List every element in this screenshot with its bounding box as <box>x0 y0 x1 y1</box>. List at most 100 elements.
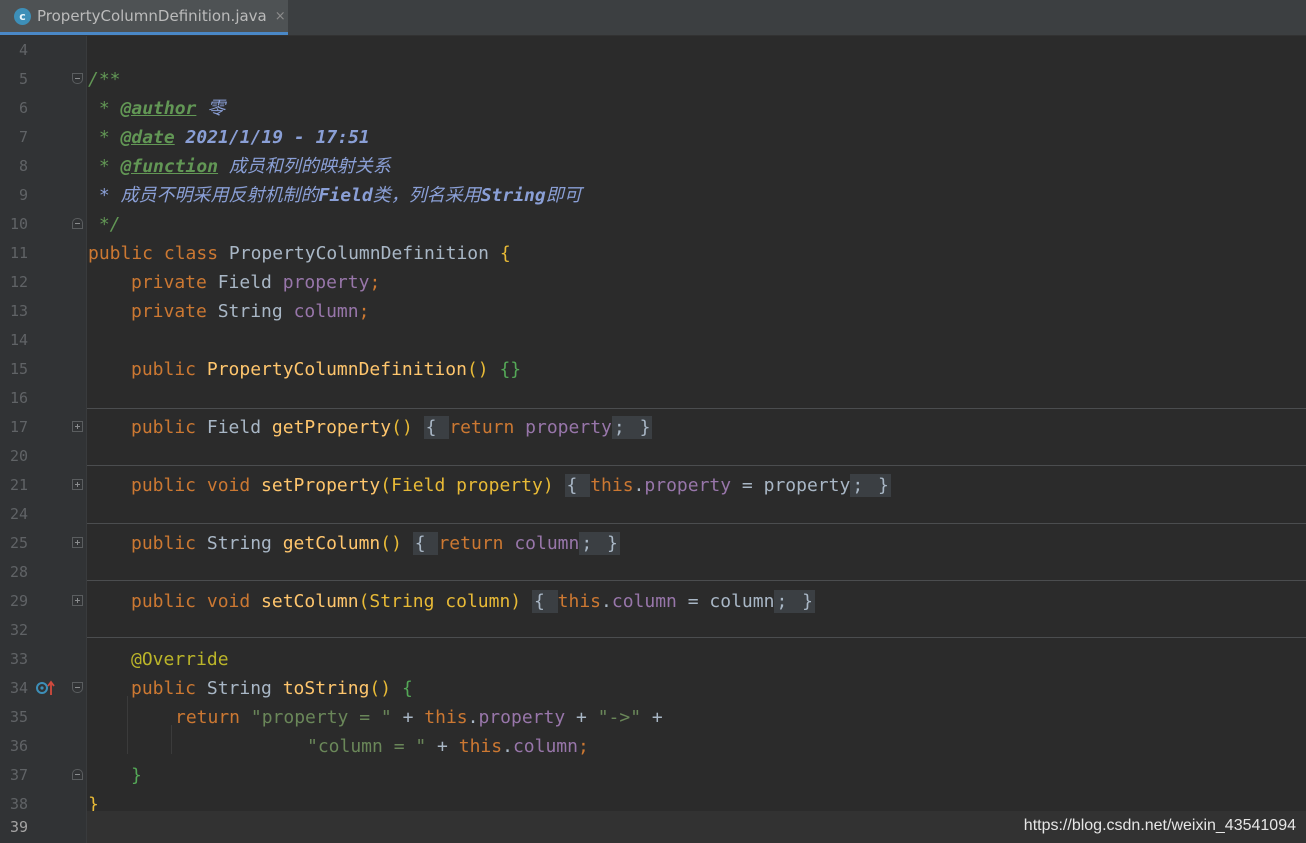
fold-expand-icon[interactable] <box>72 421 83 432</box>
watermark-text: https://blog.csdn.net/weixin_43541094 <box>1023 817 1296 834</box>
class-name: PropertyColumnDefinition <box>228 243 500 264</box>
line-number: 16 <box>9 389 28 407</box>
code-line: 10 */ <box>0 210 1306 239</box>
line-number: 29 <box>9 592 28 610</box>
code-line: 8 * @function 成员和列的映射关系 <box>0 152 1306 181</box>
code-line: 6 * @author 零 <box>0 94 1306 123</box>
line-number: 21 <box>9 476 28 494</box>
folded-brace[interactable]: { <box>531 590 558 613</box>
operator: + <box>641 707 663 728</box>
java-class-icon: c <box>14 7 31 25</box>
fold-collapse-icon[interactable] <box>72 682 83 693</box>
folded-brace[interactable]: } <box>605 532 620 555</box>
keyword: this <box>557 591 602 612</box>
line-number: 8 <box>18 157 28 175</box>
operator: + <box>426 736 459 757</box>
code-line: 13 private String column; <box>0 297 1306 326</box>
javadoc-value: 成员和列的映射关系 <box>218 156 391 177</box>
line-number: 20 <box>9 447 28 465</box>
line-number: 33 <box>9 650 28 668</box>
code-line: 9 * 成员不明采用反射机制的Field类，列名采用String即可 <box>0 181 1306 210</box>
dot: . <box>633 475 645 496</box>
keyword: this <box>590 475 634 496</box>
operator: + <box>565 707 598 728</box>
line-number: 7 <box>18 128 28 146</box>
code-text: public class PropertyColumnDefinition { <box>88 239 511 268</box>
dot: . <box>601 591 612 612</box>
line-number: 14 <box>9 331 28 349</box>
code-line: 32 <box>0 616 1306 645</box>
code-text: public String getColumn() { return colum… <box>131 529 620 558</box>
code-line: 21 public void setProperty(Field propert… <box>0 471 1306 500</box>
brace: {} <box>499 359 522 380</box>
code-text: public PropertyColumnDefinition() {} <box>131 355 521 384</box>
line-number: 28 <box>9 563 28 581</box>
fold-expand-icon[interactable] <box>72 595 83 606</box>
assignment: = property <box>731 475 851 496</box>
parens: () <box>391 417 424 438</box>
folded-brace[interactable]: { <box>412 532 439 555</box>
code-text: return "property = " + this.property + "… <box>175 703 663 732</box>
keyword: private <box>131 301 218 322</box>
method-name: getProperty <box>271 417 392 438</box>
string-literal: "property = " <box>250 707 392 728</box>
code-text: */ <box>88 214 121 235</box>
code-text: * @author 零 <box>88 94 225 123</box>
code-text: "column = " + this.column; <box>307 732 589 761</box>
line-number: 39 <box>9 818 28 836</box>
method-name: PropertyColumnDefinition <box>206 359 467 380</box>
code-line: 24 <box>0 500 1306 529</box>
code-line: 37 } <box>0 761 1306 790</box>
assignment: = column <box>676 591 775 612</box>
folded-brace[interactable]: } <box>800 590 815 613</box>
string-literal: "->" <box>597 707 642 728</box>
javadoc-value: 零 <box>196 98 226 119</box>
keyword: this <box>458 736 503 757</box>
field-name: column <box>293 301 359 322</box>
line-number: 32 <box>9 621 28 639</box>
code-text: private Field property; <box>131 268 380 297</box>
annotation: @Override <box>131 649 229 670</box>
folded-brace[interactable]: } <box>876 474 891 497</box>
code-line: 17 public Field getProperty() { return p… <box>0 413 1306 442</box>
line-number: 36 <box>9 737 28 755</box>
field-name: property <box>478 707 566 728</box>
tab-property-column-definition[interactable]: c PropertyColumnDefinition.java × <box>0 0 288 35</box>
code-line: 5 /** <box>0 65 1306 94</box>
override-method-icon[interactable] <box>36 680 56 696</box>
code-text: * @date 2021/1/19 - 17:51 <box>88 123 370 152</box>
code-line: 4 <box>0 36 1306 65</box>
fold-expand-icon[interactable] <box>72 479 83 490</box>
method-name: getColumn <box>282 533 381 554</box>
fold-collapse-icon[interactable] <box>72 73 83 84</box>
type-name: Field <box>217 272 283 293</box>
field-name: column <box>512 736 578 757</box>
doc-star: * <box>88 156 121 177</box>
code-editor[interactable]: 4 5 /** 6 * @author 零 7 * @date 2021/1/1… <box>0 36 1306 843</box>
code-line: 25 public String getColumn() { return co… <box>0 529 1306 558</box>
folded-brace[interactable]: } <box>637 416 653 439</box>
tab-filename: PropertyColumnDefinition.java <box>37 7 267 25</box>
code-text: * @function 成员和列的映射关系 <box>88 152 391 181</box>
folded-brace[interactable]: { <box>423 416 450 439</box>
close-icon[interactable]: × <box>275 9 286 24</box>
code-text: * 成员不明采用反射机制的Field类，列名采用String即可 <box>88 181 582 210</box>
doc-star: * <box>88 127 121 148</box>
folded-brace: ; <box>850 474 876 497</box>
javadoc-value: 2021/1/19 - 17:51 <box>174 127 370 148</box>
keyword: public void <box>131 475 262 496</box>
parameters: (Field property) <box>380 475 565 496</box>
fold-expand-icon[interactable] <box>72 537 83 548</box>
code-line: 12 private Field property; <box>0 268 1306 297</box>
fold-end-icon[interactable] <box>72 769 83 780</box>
fold-end-icon[interactable] <box>72 218 83 229</box>
folded-brace[interactable]: { <box>564 474 591 497</box>
code-line: 20 <box>0 442 1306 471</box>
dot: . <box>467 707 479 728</box>
line-number: 25 <box>9 534 28 552</box>
type-name: String <box>206 678 283 699</box>
keyword: public <box>131 417 207 438</box>
doc-code-ref: String <box>480 185 546 206</box>
line-number: 9 <box>18 186 28 204</box>
field-name: property <box>525 417 612 438</box>
